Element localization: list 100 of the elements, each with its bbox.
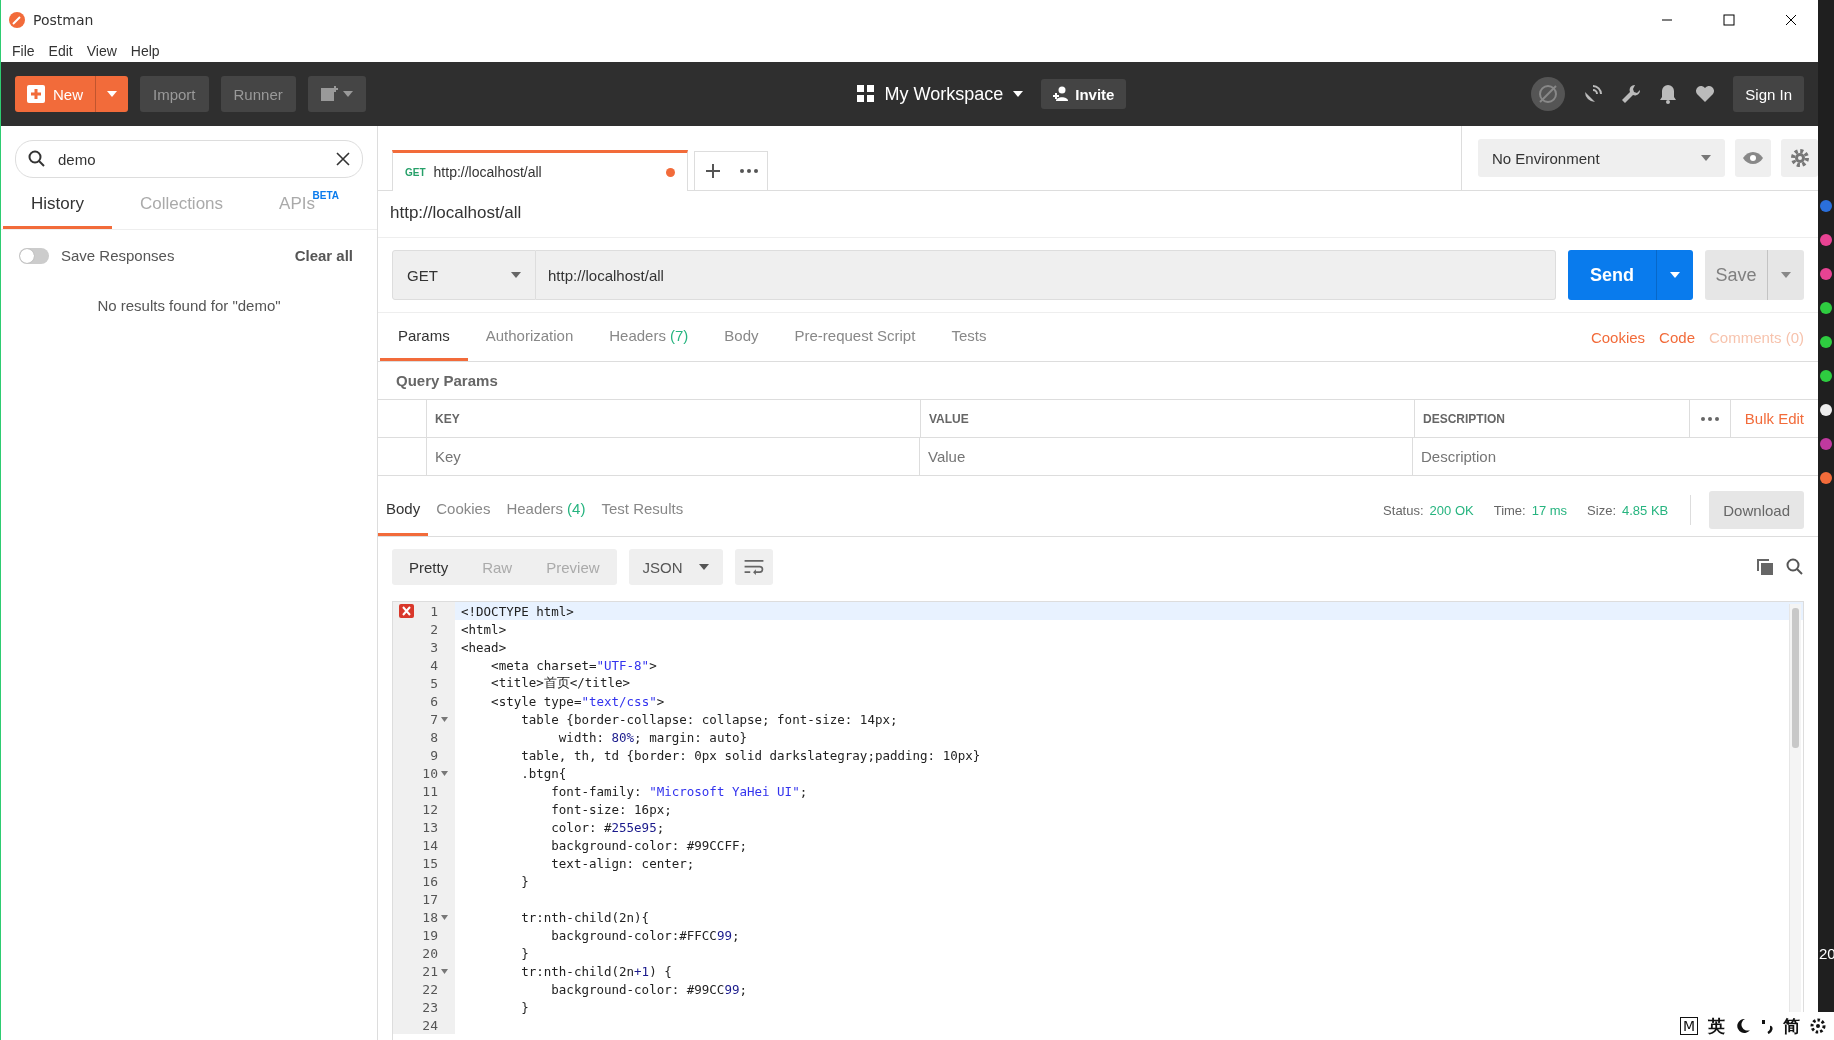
tray-app-icon[interactable]: [1820, 302, 1832, 314]
clear-icon[interactable]: [336, 152, 350, 166]
line-number: 11: [421, 783, 438, 799]
request-tab[interactable]: GET http://localhost/all: [392, 150, 688, 191]
code-line: <head>: [460, 639, 507, 655]
satellite-icon[interactable]: [1583, 84, 1604, 104]
line-number: 1: [429, 603, 438, 619]
line-number: 4: [429, 657, 438, 673]
code-line: tr:nth-child(2n+1) {: [520, 963, 672, 979]
heart-icon[interactable]: [1695, 85, 1716, 103]
invite-button[interactable]: Invite: [1041, 79, 1127, 109]
search-bar[interactable]: demo: [15, 140, 363, 178]
line-number: 7: [429, 711, 438, 727]
response-tab[interactable]: Headers (4): [498, 484, 594, 536]
caret-icon: [342, 91, 353, 97]
search-icon[interactable]: [1786, 558, 1804, 576]
tray-app-icon[interactable]: [1820, 370, 1832, 382]
ime-script-toggle[interactable]: 简: [1783, 1014, 1800, 1038]
toggle-label: Save Responses: [61, 247, 175, 264]
code-line: .btgn{: [520, 765, 567, 781]
input-field[interactable]: Value: [920, 438, 1413, 475]
tray-app-icon[interactable]: [1820, 336, 1832, 348]
copy-icon[interactable]: [1756, 558, 1774, 576]
sync-off-icon[interactable]: [1531, 77, 1566, 111]
column-header: KEY: [427, 400, 921, 437]
status-label: Status:: [1383, 502, 1424, 518]
request-tab-item[interactable]: Params: [380, 313, 468, 361]
punctuation-icon[interactable]: [1761, 1018, 1773, 1034]
input-field[interactable]: Key: [427, 438, 920, 475]
environment-dropdown[interactable]: No Environment: [1478, 139, 1725, 177]
line-number: 5: [429, 675, 438, 691]
response-tab[interactable]: Cookies: [428, 484, 499, 536]
fold-caret-icon[interactable]: [440, 716, 448, 722]
format-dropdown[interactable]: JSON: [628, 549, 723, 585]
workspace-dropdown[interactable]: My Workspace: [850, 82, 1030, 106]
line-number: 20: [421, 945, 438, 961]
request-tab-item[interactable]: Body: [706, 313, 777, 361]
moon-icon[interactable]: [1735, 1018, 1751, 1034]
code-line: width: 80%; margin: auto}: [557, 729, 747, 745]
settings-button[interactable]: [1781, 139, 1818, 177]
more-button[interactable]: [1688, 400, 1731, 437]
close-icon: [1785, 14, 1797, 26]
request-tab-item[interactable]: Authorization: [467, 313, 592, 361]
settings-icon[interactable]: [1810, 1018, 1826, 1034]
request-tab-item[interactable]: Tests: [933, 313, 1005, 361]
line-number: 2: [429, 621, 438, 637]
clear-all-button[interactable]: Clear all: [288, 246, 359, 265]
more-icon: [740, 169, 758, 173]
caret-icon: [511, 272, 521, 278]
code-line: <html>: [460, 621, 507, 637]
sign-in-button[interactable]: Sign In: [1733, 76, 1804, 112]
method-dropdown[interactable]: GET: [392, 250, 536, 300]
menu-item[interactable]: View: [79, 43, 124, 59]
request-tab-item[interactable]: Headers (7): [591, 313, 707, 361]
line-number: 6: [429, 693, 438, 709]
quick-look-button[interactable]: [1734, 139, 1772, 177]
view-mode-tab[interactable]: Pretty: [392, 549, 466, 585]
sidebar-tab[interactable]: History: [3, 184, 112, 229]
column-header: DESCRIPTION: [1423, 411, 1506, 426]
ime-language-toggle[interactable]: 英: [1708, 1014, 1725, 1038]
window-plus-icon: [320, 86, 339, 102]
line-number: 22: [421, 981, 438, 997]
line-number: 10: [421, 765, 438, 781]
menu-item[interactable]: Edit: [41, 43, 80, 59]
code-line: }: [520, 999, 529, 1015]
line-number: 19: [421, 927, 438, 943]
line-number: 21: [421, 963, 438, 979]
wrench-icon[interactable]: [1621, 84, 1642, 104]
wrap-lines-button[interactable]: [734, 549, 773, 585]
line-number: 23: [421, 999, 438, 1015]
grid-icon: [856, 85, 875, 103]
response-tab[interactable]: Test Results: [593, 484, 692, 536]
input-field[interactable]: Description: [1413, 438, 1818, 475]
code-line: }: [520, 873, 529, 889]
code-line: color: #255e95;: [550, 819, 665, 835]
search-icon: [28, 150, 46, 168]
plus-icon: [706, 164, 720, 178]
toggle-switch[interactable]: [19, 247, 49, 264]
new-window-button[interactable]: [307, 76, 366, 112]
send-button[interactable]: Send: [1568, 250, 1693, 300]
fold-caret-icon[interactable]: [440, 914, 448, 920]
menu-item[interactable]: File: [5, 43, 42, 59]
menu-item[interactable]: Help: [123, 43, 167, 59]
request-tab-item[interactable]: Pre-request Script: [776, 313, 934, 361]
scrollbar-thumb[interactable]: [1792, 608, 1799, 748]
line-number: 8: [429, 729, 438, 745]
url-field[interactable]: http://localhost/all: [536, 250, 1556, 300]
code-line: text-align: center;: [550, 855, 695, 871]
download-button[interactable]: Download: [1709, 491, 1804, 529]
response-tab[interactable]: Body: [378, 484, 429, 536]
fold-caret-icon[interactable]: [440, 770, 448, 776]
column-header: VALUE: [921, 400, 1415, 437]
size-label: Size:: [1587, 502, 1616, 518]
ime-mode-key[interactable]: M: [1679, 1017, 1698, 1035]
tray-app-icon[interactable]: [1820, 404, 1832, 416]
tab-title: http://localhost/all: [433, 164, 543, 180]
bell-icon[interactable]: [1659, 84, 1678, 104]
fold-caret-icon[interactable]: [440, 968, 448, 974]
request-name: http://localhost/all: [378, 191, 1818, 238]
search-input[interactable]: demo: [56, 149, 326, 169]
